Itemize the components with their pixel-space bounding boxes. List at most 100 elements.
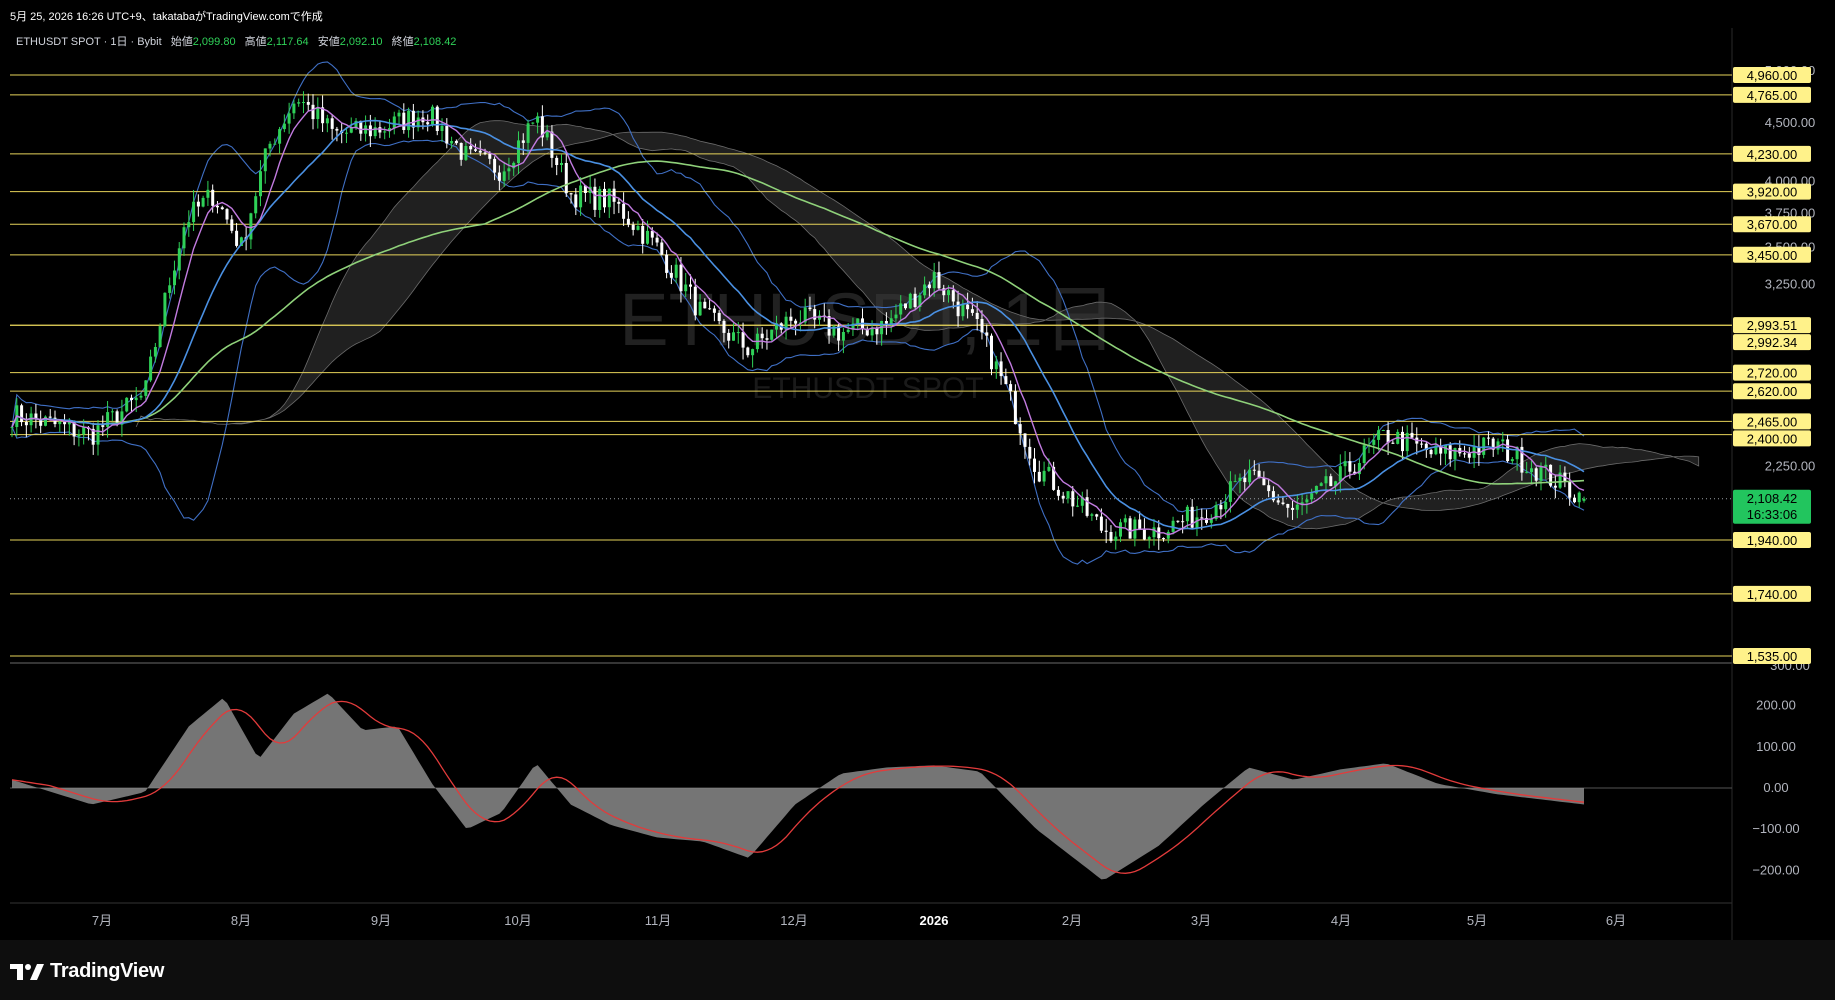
candle-body <box>545 131 549 138</box>
candle-body <box>975 312 979 319</box>
tradingview-logo-text: TradingView <box>50 960 165 982</box>
candle-body <box>1362 445 1366 463</box>
candle-body <box>445 126 449 144</box>
candle-body <box>502 171 506 181</box>
candle-body <box>1013 391 1017 425</box>
candle <box>163 292 167 328</box>
candle-body <box>698 301 702 316</box>
candle-body <box>1391 442 1395 444</box>
candle-body <box>1037 471 1041 482</box>
candle-body <box>497 172 501 181</box>
candle-body <box>622 203 626 219</box>
candle-body <box>125 397 129 412</box>
candle-body <box>1095 514 1099 517</box>
legend-symbol: ETHUSDT SPOT · 1日 · Bybit <box>16 36 162 48</box>
level-tag-text: 1,740.00 <box>1747 587 1798 602</box>
candle-body <box>1295 504 1299 510</box>
candle-body <box>220 207 224 210</box>
candle-body <box>736 332 740 334</box>
candle-body <box>1582 498 1586 501</box>
price-tick-5: 3,250.00 <box>1765 276 1816 291</box>
level-tag-0: 4,960.00 <box>1733 67 1811 83</box>
legend-close: 2,108.42 <box>414 36 457 48</box>
candle-body <box>1147 537 1151 540</box>
candle-body <box>1162 538 1165 540</box>
candle-body <box>1061 495 1065 499</box>
candle-body <box>450 141 454 144</box>
candle-body <box>63 421 67 425</box>
level-tag-text: 2,993.51 <box>1747 318 1798 333</box>
macd-tick-4: −200.00 <box>1752 862 1799 877</box>
last-price-tag: 2,108.4216:33:06 <box>1733 489 1811 524</box>
candle-body <box>330 118 334 129</box>
candle-body <box>378 127 382 133</box>
candle-body <box>1467 453 1471 458</box>
price-chart[interactable]: ETHUSDT, 1日 ETHUSDT SPOT 5,000.004,500.0… <box>0 0 1835 940</box>
candle-body <box>923 284 927 296</box>
candle-body <box>1553 485 1557 488</box>
candle-body <box>435 106 439 131</box>
candle-body <box>173 270 176 286</box>
candle-body <box>1123 518 1127 523</box>
level-tag-8: 2,720.00 <box>1733 364 1811 381</box>
candle-body <box>282 123 286 130</box>
candle-body <box>206 189 210 198</box>
candle-body <box>526 123 530 143</box>
candle-body <box>292 103 296 114</box>
candle-body <box>1228 481 1232 502</box>
candle-body <box>531 122 535 124</box>
level-tag-11: 2,400.00 <box>1733 430 1811 447</box>
candle-body <box>598 188 602 210</box>
candle-body <box>937 272 941 289</box>
candle-body <box>875 328 879 335</box>
time-tick-6: 2026 <box>920 913 949 928</box>
time-tick-5: 12月 <box>780 913 807 928</box>
candle-body <box>196 201 200 207</box>
candle-body <box>1319 483 1323 486</box>
time-tick-0: 7月 <box>92 913 112 928</box>
candle-body <box>110 411 114 413</box>
candle-body <box>1023 433 1027 447</box>
candle-body <box>947 290 950 296</box>
candle-body <box>1510 459 1514 462</box>
price-tick-1: 4,500.00 <box>1765 115 1816 130</box>
candle-body <box>397 112 401 117</box>
candle-body <box>1501 439 1505 442</box>
candle-body <box>1042 470 1046 482</box>
level-tag-4: 3,670.00 <box>1733 216 1811 232</box>
candle-body <box>1377 430 1381 440</box>
level-tag-text: 3,920.00 <box>1747 185 1798 200</box>
candle-body <box>689 284 692 287</box>
candle-body <box>994 361 998 370</box>
watermark-subtitle: ETHUSDT SPOT <box>752 372 983 405</box>
candle-body <box>139 395 143 398</box>
candle-body <box>1568 481 1572 498</box>
candle-body <box>1238 477 1242 481</box>
candle <box>990 333 993 376</box>
candle-body <box>392 116 396 129</box>
candle-body <box>254 196 258 214</box>
candle-body <box>158 326 162 347</box>
legend-open: 2,099.80 <box>193 36 236 48</box>
candle-body <box>641 226 645 244</box>
time-tick-3: 10月 <box>504 913 531 928</box>
candle-body <box>411 110 415 128</box>
level-tag-text: 2,465.00 <box>1747 414 1798 429</box>
candle-body <box>927 284 931 289</box>
candle-body <box>1200 517 1204 519</box>
candle-body <box>259 171 262 197</box>
level-tag-6: 2,993.51 <box>1733 317 1811 333</box>
candle-body <box>182 227 186 249</box>
candle-body <box>732 332 735 341</box>
level-tag-text: 2,720.00 <box>1747 366 1798 381</box>
candle-body <box>593 186 597 210</box>
tradingview-logo[interactable]: TradingView <box>10 960 164 983</box>
candle-body <box>287 113 291 124</box>
candle-body <box>1372 439 1376 445</box>
candle-body <box>431 106 434 125</box>
candle-body <box>894 314 898 319</box>
candle-body <box>493 158 497 173</box>
candle-body <box>1114 536 1118 541</box>
candle <box>158 323 162 348</box>
level-tag-1: 4,765.00 <box>1733 86 1811 103</box>
